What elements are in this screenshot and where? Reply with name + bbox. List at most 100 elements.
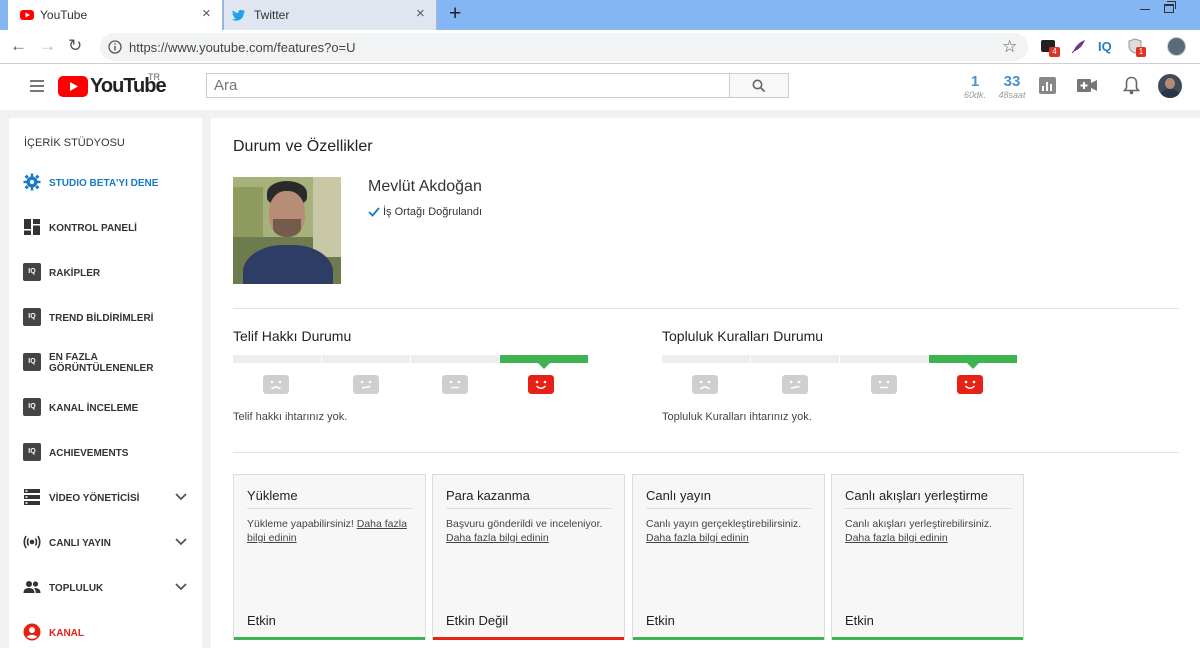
strike-segment: [322, 355, 410, 363]
analytics-icon[interactable]: [1039, 77, 1056, 94]
tab-title: YouTube: [40, 8, 88, 22]
reload-button[interactable]: ↻: [68, 35, 82, 57]
unsure-face-icon: [782, 375, 808, 394]
status-bar-enabled: [234, 637, 425, 640]
info-icon[interactable]: [108, 40, 122, 54]
status-bar-enabled: [832, 637, 1023, 640]
back-button[interactable]: ←: [10, 35, 27, 57]
youtube-logo[interactable]: YouTube TR: [58, 72, 168, 99]
feature-title: Yükleme: [247, 488, 298, 503]
channel-name: Mevlüt Akdoğan: [368, 178, 482, 195]
tab-twitter[interactable]: Twitter ×: [224, 0, 437, 30]
account-avatar[interactable]: [1158, 74, 1182, 98]
unsure-face-icon: [353, 375, 379, 394]
partner-verified-label: İş Ortağı Doğrulandı: [383, 206, 483, 218]
stat-label: 60dk.: [963, 90, 987, 100]
divider: [446, 508, 612, 509]
feature-description-text: Yükleme yapabilirsiniz!: [247, 518, 354, 530]
sidebar-item-studio-beta[interactable]: STUDIO BETA'YI DENE: [9, 160, 202, 204]
vidiq-icon: IQ: [23, 353, 41, 371]
feature-title: Canlı akışları yerleştirme: [845, 488, 989, 503]
feature-description: Canlı yayın gerçekleştirebilirsiniz. Dah…: [646, 517, 816, 545]
sidebar-item-achievements[interactable]: IQ ACHIEVEMENTS: [9, 430, 202, 474]
search-input[interactable]: [206, 73, 730, 98]
extension-1-icon[interactable]: 4: [1041, 38, 1060, 57]
current-marker: [967, 363, 979, 369]
sidebar-item-trend-alerts[interactable]: IQ TREND BİLDİRİMLERİ: [9, 295, 202, 339]
status-features-panel: Durum ve Özellikler Mevlüt Akdoğan İş Or…: [211, 118, 1200, 648]
sidebar-item-dashboard[interactable]: KONTROL PANELİ: [9, 205, 202, 249]
close-tab-icon[interactable]: ×: [416, 6, 425, 22]
sidebar-item-live-streaming[interactable]: CANLI YAYIN: [9, 520, 202, 564]
feather-extension-icon[interactable]: [1069, 38, 1087, 56]
chevron-down-icon[interactable]: [175, 538, 187, 546]
sidebar-item-competitors[interactable]: IQ RAKİPLER: [9, 250, 202, 294]
tab-title: Twitter: [254, 8, 290, 22]
feature-card-upload: Yükleme Yükleme yapabilirsiniz! Daha faz…: [233, 474, 426, 640]
feature-title: Para kazanma: [446, 488, 530, 503]
address-bar[interactable]: https://www.youtube.com/features?o=U ☆: [100, 33, 1028, 61]
realtime-views-60min: 1 60dk.: [960, 73, 990, 100]
chevron-down-icon[interactable]: [175, 583, 187, 591]
twitter-bird-icon: [232, 9, 245, 21]
feature-status: Etkin: [845, 613, 874, 628]
strike-segment-current: [929, 355, 1017, 363]
sidebar-item-channel[interactable]: KANAL: [9, 610, 202, 648]
strike-segment-current: [500, 355, 588, 363]
browser-profile-avatar[interactable]: [1167, 37, 1186, 56]
channel-icon: [23, 623, 41, 641]
tab-youtube[interactable]: YouTube ×: [8, 0, 223, 30]
learn-more-link[interactable]: Daha fazla bilgi edinin: [446, 532, 549, 544]
divider: [845, 508, 1011, 509]
minimize-icon[interactable]: [1140, 9, 1150, 10]
url-text[interactable]: https://www.youtube.com/features?o=U: [129, 40, 356, 55]
stat-value: 1: [970, 73, 980, 90]
stat-label: 48saat: [998, 90, 1026, 100]
sidebar-item-label: KANAL İNCELEME: [49, 403, 139, 414]
divider: [247, 508, 413, 509]
vidiq-icon: IQ: [23, 263, 41, 281]
vidiq-icon: IQ: [23, 398, 41, 416]
community-status-message: Topluluk Kuralları ihtarınız yok.: [662, 411, 812, 423]
feature-title: Canlı yayın: [646, 488, 712, 503]
current-marker: [538, 363, 550, 369]
strike-segment: [411, 355, 499, 363]
restore-window-back-icon: [1167, 1, 1176, 9]
new-tab-button[interactable]: +: [449, 3, 461, 25]
sidebar-item-label: TOPLULUK: [49, 583, 104, 594]
vidiq-extension-icon[interactable]: IQ: [1098, 39, 1112, 54]
learn-more-link[interactable]: Daha fazla bilgi edinin: [646, 532, 749, 544]
feature-description-text: Başvuru gönderildi ve inceleniyor.: [446, 518, 603, 530]
upload-video-icon[interactable]: [1077, 79, 1097, 92]
notifications-bell-icon[interactable]: [1123, 76, 1140, 95]
sidebar-item-most-viewed[interactable]: IQ EN FAZLA GÖRÜNTÜLENENLER: [9, 340, 202, 384]
stat-value: 33: [1003, 73, 1021, 90]
sidebar-item-label: TREND BİLDİRİMLERİ: [49, 313, 154, 324]
sidebar-item-community[interactable]: TOPLULUK: [9, 565, 202, 609]
learn-more-link[interactable]: Daha fazla bilgi edinin: [845, 532, 948, 544]
search-button[interactable]: [729, 73, 789, 98]
bookmark-star-icon[interactable]: ☆: [1002, 37, 1017, 57]
happy-face-icon: [957, 375, 983, 394]
feature-card-embed-live: Canlı akışları yerleştirme Canlı akışlar…: [831, 474, 1024, 640]
sidebar-item-label: STUDIO BETA'YI DENE: [49, 178, 159, 189]
profile-photo: [233, 177, 341, 284]
sidebar-item-label: KONTROL PANELİ: [49, 223, 137, 234]
live-broadcast-icon: [23, 535, 41, 549]
dashboard-icon: [24, 219, 40, 235]
hamburger-menu-icon[interactable]: [30, 80, 44, 92]
sidebar-item-label: ACHIEVEMENTS: [49, 448, 129, 459]
feature-description: Başvuru gönderildi ve inceleniyor. Daha …: [446, 517, 616, 545]
shield-extension-icon[interactable]: 1: [1127, 38, 1146, 57]
sidebar-item-channel-review[interactable]: IQ KANAL İNCELEME: [9, 385, 202, 429]
sidebar-item-label: EN FAZLA GÖRÜNTÜLENENLER: [49, 352, 154, 374]
studio-sidebar: İÇERİK STÜDYOSU STUDIO BETA'YI DENE KONT…: [9, 118, 202, 648]
chevron-down-icon[interactable]: [175, 493, 187, 501]
status-bar-enabled: [633, 637, 824, 640]
sidebar-item-video-manager[interactable]: VİDEO YÖNETİCİSİ: [9, 475, 202, 519]
gear-icon: [23, 173, 41, 191]
sidebar-item-label: CANLI YAYIN: [49, 538, 111, 549]
feature-card-live-streaming: Canlı yayın Canlı yayın gerçekleştirebil…: [632, 474, 825, 640]
close-tab-icon[interactable]: ×: [202, 6, 211, 22]
forward-button[interactable]: →: [39, 35, 56, 57]
